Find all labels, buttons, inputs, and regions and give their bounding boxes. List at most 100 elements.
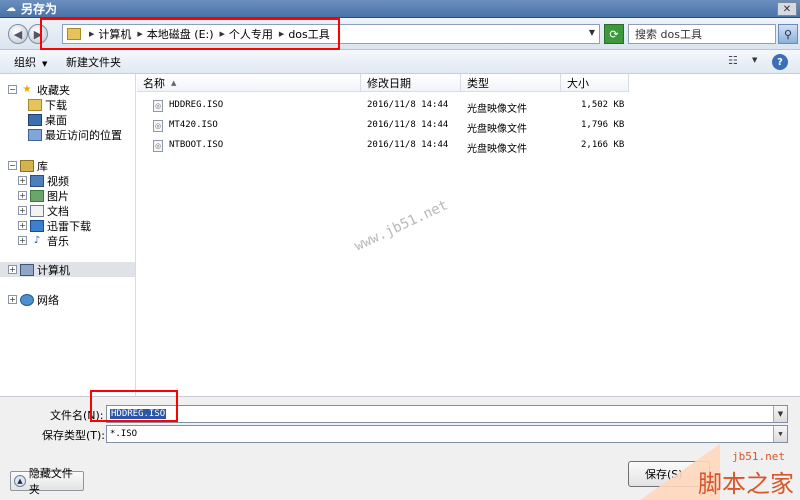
nav-item-videos[interactable]: + 视频 — [18, 173, 69, 188]
forward-button[interactable]: ▶ — [28, 24, 48, 44]
nav-computer[interactable]: + 计算机 — [0, 262, 135, 277]
expand-icon[interactable]: + — [8, 295, 17, 304]
file-date: 2016/11/8 14:44 — [367, 120, 449, 130]
title-bar: ☁ 另存为 ✕ — [0, 0, 800, 18]
search-icon: ⚲ — [783, 27, 793, 41]
file-date: 2016/11/8 14:44 — [367, 140, 449, 150]
navigation-pane: − ★ 收藏夹 下载 桌面 最近访问的位置 − 库 + 视频 + 图片 + 文档… — [0, 74, 136, 396]
expand-icon[interactable]: + — [18, 176, 27, 185]
disc-image-file-icon: ◎ — [153, 120, 163, 132]
expand-icon[interactable]: + — [18, 221, 27, 230]
videos-icon — [30, 174, 44, 187]
expand-icon[interactable]: + — [18, 206, 27, 215]
chevron-right-icon: ▶ — [137, 30, 143, 38]
disc-image-file-icon: ◎ — [153, 100, 163, 112]
file-size: 2,166 KB — [581, 140, 625, 150]
music-icon: ♪ — [33, 235, 41, 246]
search-button[interactable]: ⚲ — [778, 24, 798, 44]
save-form: 文件名(N): HDDREG.ISO ▼ 保存类型(T): *.ISO ▼ ▲ … — [0, 396, 800, 500]
organize-button[interactable]: 组织 ▼ — [14, 54, 47, 70]
file-name: MT420.ISO — [169, 120, 218, 130]
filetype-label: 保存类型(T): — [42, 429, 106, 442]
file-type: 光盘映像文件 — [467, 104, 527, 115]
window-icon: ☁ — [6, 2, 16, 14]
refresh-button[interactable]: ⟳ — [604, 24, 624, 44]
window-title: 另存为 — [21, 2, 58, 16]
refresh-icon: ⟳ — [609, 27, 619, 41]
downloads-folder-icon — [28, 98, 42, 111]
arrow-right-icon: ▶ — [33, 27, 43, 41]
documents-icon — [30, 204, 44, 217]
expand-icon[interactable]: + — [18, 191, 27, 200]
file-type: 光盘映像文件 — [467, 144, 527, 155]
nav-libraries[interactable]: − 库 — [8, 158, 48, 173]
command-toolbar: 组织 ▼ 新建文件夹 ☷ ▼ ? — [0, 50, 800, 74]
nav-item-pictures[interactable]: + 图片 — [18, 188, 69, 203]
collapse-icon[interactable]: − — [8, 161, 17, 170]
pictures-icon — [30, 189, 44, 202]
file-name: HDDREG.ISO — [169, 100, 224, 110]
nav-item-downloads[interactable]: 下载 — [28, 97, 67, 112]
table-row[interactable]: ◎ MT420.ISO 2016/11/8 14:44 光盘映像文件 1,796… — [137, 118, 800, 136]
column-header-date[interactable]: 修改日期 — [361, 74, 461, 92]
breadcrumb-drive[interactable]: ▶ 本地磁盘 (E:) — [135, 26, 213, 42]
filename-label: 文件名(N): — [50, 409, 104, 422]
filename-value: HDDREG.ISO — [110, 409, 167, 419]
disc-image-file-icon: ◎ — [153, 140, 163, 152]
chevron-right-icon: ▶ — [219, 30, 225, 38]
column-header-type[interactable]: 类型 — [461, 74, 561, 92]
file-size: 1,502 KB — [581, 100, 625, 110]
folder-icon — [67, 28, 81, 40]
arrow-left-icon: ◀ — [13, 27, 23, 41]
chevron-down-icon[interactable]: ▼ — [752, 56, 757, 64]
nav-item-documents[interactable]: + 文档 — [18, 203, 69, 218]
chevron-right-icon: ▶ — [89, 30, 95, 38]
search-input[interactable]: 搜索 dos工具 — [628, 24, 776, 44]
collapse-icon[interactable]: − — [8, 85, 17, 94]
chevron-down-icon: ▼ — [42, 60, 48, 68]
new-folder-button[interactable]: 新建文件夹 — [66, 54, 121, 70]
nav-network[interactable]: + 网络 — [8, 292, 59, 307]
recent-places-icon — [28, 128, 42, 141]
network-icon — [20, 293, 34, 306]
breadcrumb-personal[interactable]: ▶ 个人专用 — [218, 26, 273, 42]
close-button[interactable]: ✕ — [777, 2, 797, 16]
xunlei-download-icon — [30, 219, 44, 232]
view-options-icon[interactable]: ☷ — [728, 54, 738, 67]
back-button[interactable]: ◀ — [8, 24, 28, 44]
chevron-down-icon[interactable]: ▼ — [773, 406, 787, 422]
nav-item-desktop[interactable]: 桌面 — [28, 112, 67, 127]
file-name: NTBOOT.ISO — [169, 140, 224, 150]
file-date: 2016/11/8 14:44 — [367, 100, 449, 110]
table-row[interactable]: ◎ NTBOOT.ISO 2016/11/8 14:44 光盘映像文件 2,16… — [137, 138, 800, 156]
column-header-name[interactable]: 名称 ▲ — [137, 74, 361, 92]
expand-icon[interactable]: + — [18, 236, 27, 245]
filetype-value: *.ISO — [110, 429, 138, 439]
nav-item-recent[interactable]: 最近访问的位置 — [28, 127, 122, 142]
filetype-select[interactable]: *.ISO ▼ — [106, 425, 788, 443]
filename-input[interactable]: HDDREG.ISO ▼ — [106, 405, 788, 423]
address-bar[interactable]: ▶ 计算机 ▶ 本地磁盘 (E:) ▶ 个人专用 ▶ dos工具 ▼ — [62, 24, 600, 44]
nav-item-xunlei[interactable]: + 迅雷下载 — [18, 218, 91, 233]
star-icon: ★ — [22, 84, 32, 95]
computer-icon — [20, 263, 34, 276]
expand-icon[interactable]: + — [8, 265, 17, 274]
save-button[interactable]: 保存(S) — [628, 461, 710, 487]
table-row[interactable]: ◎ HDDREG.ISO 2016/11/8 14:44 光盘映像文件 1,50… — [137, 98, 800, 116]
nav-item-music[interactable]: + ♪ 音乐 — [18, 233, 69, 248]
address-row: ◀ ▶ ▶ 计算机 ▶ 本地磁盘 (E:) ▶ 个人专用 ▶ dos工具 ▼ ⟳ 搜索 … — [0, 18, 800, 50]
chevron-down-icon[interactable]: ▼ — [589, 28, 595, 37]
library-icon — [20, 159, 34, 172]
hide-folders-button[interactable]: ▲ 隐藏文件夹 — [10, 467, 84, 496]
help-icon[interactable]: ? — [772, 54, 788, 70]
breadcrumb-computer[interactable]: ▶ 计算机 — [87, 26, 131, 42]
file-type: 光盘映像文件 — [467, 124, 527, 135]
chevron-right-icon: ▶ — [278, 30, 285, 38]
file-list: 名称 ▲ 修改日期 类型 大小 ◎ HDDREG.ISO 2016/11/8 14… — [137, 74, 800, 396]
breadcrumb-dos-tools[interactable]: ▶ dos工具 — [277, 26, 330, 42]
sort-ascending-icon: ▲ — [171, 78, 177, 87]
nav-favorites[interactable]: − ★ 收藏夹 — [8, 82, 70, 97]
chevron-down-icon[interactable]: ▼ — [773, 426, 787, 442]
column-header-size[interactable]: 大小 — [561, 74, 629, 92]
desktop-icon — [28, 113, 42, 126]
